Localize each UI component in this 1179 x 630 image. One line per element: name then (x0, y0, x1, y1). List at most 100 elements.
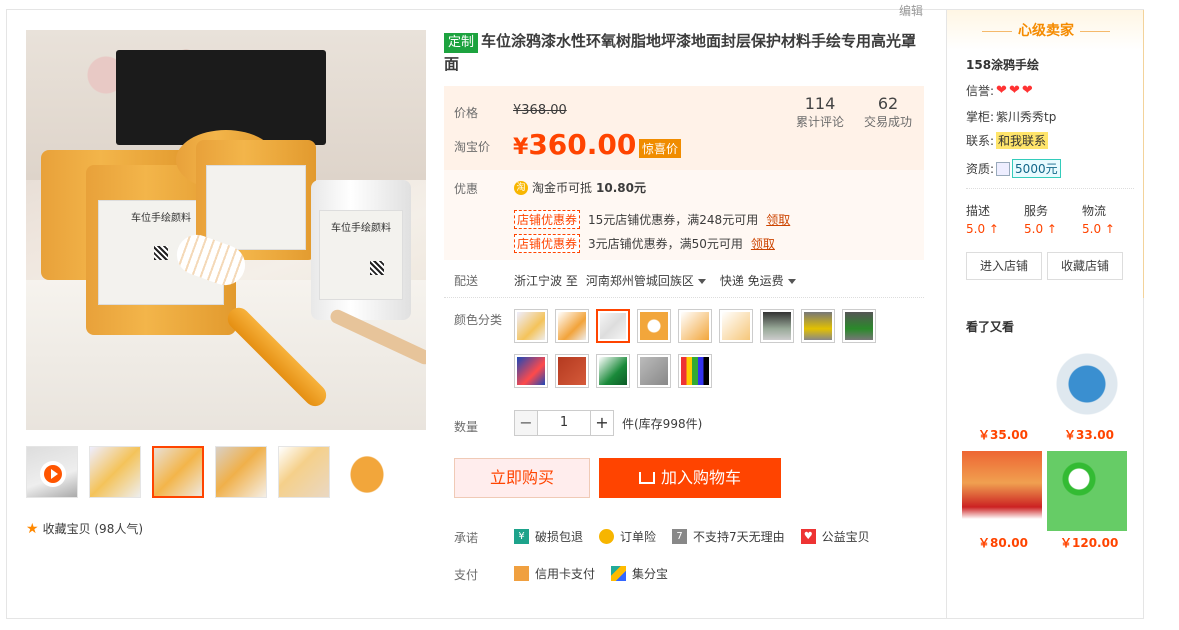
qr-code (154, 246, 168, 260)
play-icon[interactable] (40, 461, 66, 487)
license-icon[interactable] (996, 161, 1011, 176)
color-swatch[interactable] (637, 354, 671, 388)
color-swatch[interactable] (596, 354, 630, 388)
recommended-price[interactable]: ￥33.00 (1064, 426, 1114, 443)
color-swatch[interactable] (842, 309, 876, 343)
thumbnail[interactable] (341, 446, 393, 498)
qualification-line: 资质: 5000元 (966, 159, 1061, 178)
favorite-item[interactable]: ★ 收藏宝贝 (98人气) (26, 520, 143, 537)
stock-text: 件(库存998件) (622, 416, 703, 431)
color-swatch[interactable] (719, 309, 753, 343)
promise-text: 订单险 (620, 530, 657, 544)
buy-now-button[interactable]: 立即购买 (454, 458, 590, 498)
taobao-price-label: 淘宝价 (454, 140, 491, 154)
contact-label: 联系: (966, 134, 995, 148)
color-swatch[interactable] (637, 309, 671, 343)
credit-line: 信誉: ❤ ❤ ❤ (966, 82, 1033, 99)
heart-icon: ❤ (1008, 83, 1020, 98)
main-product-image[interactable]: 车位手绘颜料 车位手绘颜料 (26, 30, 426, 430)
promise-item[interactable]: ¥ 破损包退 (514, 528, 583, 545)
chevron-down-icon (787, 279, 796, 284)
thumbnail[interactable] (278, 446, 330, 498)
payment-list: 信用卡支付 集分宝 (514, 565, 668, 582)
coin-icon: 淘 (514, 180, 528, 195)
color-swatch[interactable] (555, 354, 589, 388)
review-count[interactable]: 114 累计评论 (796, 94, 844, 130)
thumbnail[interactable] (89, 446, 141, 498)
coupon-desc: 15元店铺优惠券，满248元可用 (588, 213, 759, 227)
promise-text: 不支持7天无理由 (693, 530, 785, 544)
also-viewed-title: 看了又看 (966, 320, 1015, 334)
rating-desc: 描述 5.0 ↑ (966, 202, 999, 236)
qr-code (370, 261, 384, 275)
star-icon: ★ (26, 520, 39, 537)
current-price: ¥360.00 (513, 128, 636, 161)
rating-value: 5.0 (1082, 222, 1102, 236)
coin-amount: 10.80元 (596, 181, 646, 195)
damage-return-icon: ¥ (514, 529, 529, 544)
product-title: 定制 车位涂鸦漆水性环氧树脂地坪漆地面封层保护材料手绘专用高光罩面 (444, 30, 924, 75)
chevron-down-icon (697, 279, 706, 284)
coupon-tag: 店铺优惠券 (514, 210, 581, 229)
promise-item[interactable]: ♥ 公益宝贝 (800, 528, 870, 545)
color-swatch[interactable] (801, 309, 835, 343)
color-label: 颜色分类 (454, 313, 503, 327)
color-swatch[interactable] (678, 354, 712, 388)
add-to-cart-button[interactable]: 加入购物车 (599, 458, 781, 498)
contact-button[interactable]: 和我联系 (996, 132, 1049, 149)
promise-item[interactable]: 7 不支持7天无理由 (672, 528, 785, 545)
get-coupon-link[interactable]: 领取 (766, 211, 790, 228)
add-to-cart-label: 加入购物车 (660, 468, 741, 487)
promise-item[interactable]: 订单险 (599, 528, 656, 545)
recommended-item-image[interactable] (1047, 344, 1127, 424)
stat-value: 62 (877, 94, 899, 113)
color-swatch[interactable] (678, 309, 712, 343)
recommended-price[interactable]: ￥80.00 (978, 534, 1028, 551)
quantity-input[interactable]: 1 (538, 410, 590, 436)
shipping-label: 配送 (454, 274, 479, 288)
thumbnail[interactable] (215, 446, 267, 498)
color-swatch-selected[interactable] (596, 309, 630, 343)
thumbnail-video[interactable] (26, 446, 78, 498)
ship-method-select[interactable]: 快递 免运费 (720, 272, 796, 289)
promo-label: 优惠 (454, 182, 479, 196)
increase-button[interactable]: + (590, 410, 614, 436)
original-price: ¥368.00 (513, 103, 567, 118)
rating-service: 服务 5.0 ↑ (1024, 202, 1057, 236)
coin-text: 淘金币可抵 (532, 181, 593, 195)
favorite-text: 收藏宝贝 (98人气) (42, 522, 144, 536)
shop-name[interactable]: 158涂鸦手绘 (966, 56, 1039, 73)
rating-label: 描述 (966, 204, 991, 218)
recommended-price[interactable]: ￥120.00 (1060, 534, 1118, 551)
arrow-up-icon: ↑ (1046, 222, 1057, 236)
ship-to-select[interactable]: 河南郑州管城回族区 (586, 272, 706, 289)
recommended-item-image[interactable] (962, 451, 1042, 531)
deposit-badge[interactable]: 5000元 (1012, 159, 1061, 178)
color-swatch[interactable] (760, 309, 794, 343)
recommended-item-image[interactable] (1047, 451, 1127, 531)
decrease-button[interactable]: − (514, 410, 538, 436)
get-coupon-link[interactable]: 领取 (751, 235, 775, 252)
seller-panel: 心级卖家 158涂鸦手绘 信誉: ❤ ❤ ❤ 掌柜: 紫川秀秀tp 联系: 和我联系… (946, 10, 1144, 298)
coupon-row: 店铺优惠券 3元店铺优惠券，满50元可用 领取 (514, 234, 775, 253)
currency-symbol: ¥ (513, 135, 529, 160)
favorite-shop-button[interactable]: 收藏店铺 (1047, 252, 1123, 280)
jar-label-text: 车位手绘颜料 (131, 213, 191, 224)
recommended-price[interactable]: ￥35.00 (978, 426, 1028, 443)
coupon-desc: 3元店铺优惠券，满50元可用 (588, 237, 743, 251)
price-box: 价格 ¥368.00 淘宝价 ¥360.00 惊喜价 114 累计评论 62 交… (444, 86, 924, 170)
arrow-up-icon: ↑ (1104, 222, 1115, 236)
keeper-name[interactable]: 紫川秀秀tp (996, 108, 1056, 125)
edit-link[interactable]: 编辑 (899, 2, 923, 19)
image-jar-white: 车位手绘颜料 (311, 180, 411, 320)
payment-item: 集分宝 (611, 565, 668, 582)
color-swatch[interactable] (555, 309, 589, 343)
seller-level-title: 心级卖家 (947, 20, 1145, 40)
color-swatch[interactable] (514, 309, 548, 343)
rating-value: 5.0 (966, 222, 986, 236)
jar-label-text: 车位手绘颜料 (331, 223, 391, 234)
color-swatch[interactable] (514, 354, 548, 388)
thumbnail-active[interactable] (152, 446, 204, 498)
heart-icon: ❤ (1021, 83, 1033, 98)
enter-shop-button[interactable]: 进入店铺 (966, 252, 1042, 280)
